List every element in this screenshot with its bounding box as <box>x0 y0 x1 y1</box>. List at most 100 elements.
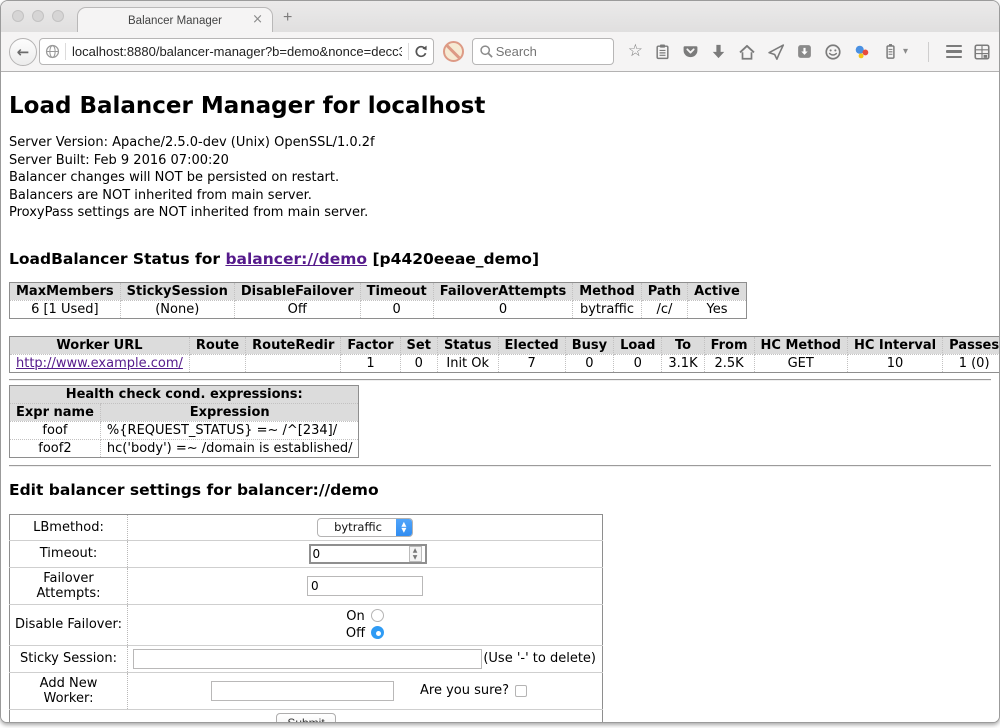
col-from: From <box>704 336 754 354</box>
form-row-sticky-session: Sticky Session: (Use '-' to delete) <box>10 645 603 672</box>
select-stepper-icon: ▲▼ <box>396 518 412 537</box>
sticky-session-input[interactable] <box>133 649 482 669</box>
persist-warning-line: Balancer changes will NOT be persisted o… <box>9 169 991 187</box>
cell-factor: 1 <box>341 354 400 372</box>
col-expr-name: Expr name <box>10 403 101 421</box>
pocket-icon[interactable] <box>682 43 699 60</box>
browser-window: Balancer Manager × + ← ☆ <box>0 0 1000 723</box>
reload-icon[interactable] <box>413 44 429 60</box>
cell-elected: 7 <box>498 354 565 372</box>
page-content: Load Balancer Manager for localhost Serv… <box>1 72 999 723</box>
number-spinner-icon[interactable]: ▲▼ <box>409 546 422 562</box>
search-input[interactable] <box>494 43 607 60</box>
search-bar[interactable] <box>472 38 614 65</box>
add-worker-label: Add New Worker: <box>10 672 128 709</box>
col-worker-url: Worker URL <box>10 336 190 354</box>
cell-disablefailover: Off <box>234 300 360 318</box>
content-blocker-icon[interactable] <box>443 41 464 62</box>
failover-attempts-label: Failover Attempts: <box>10 567 128 604</box>
downloads-icon[interactable] <box>710 43 727 60</box>
cell-routeredir <box>246 354 341 372</box>
minimize-window-button[interactable] <box>32 10 44 22</box>
balancer-status-table: MaxMembers StickySession DisableFailover… <box>9 282 747 319</box>
are-you-sure-label: Are you sure? <box>420 683 509 698</box>
reading-list-icon[interactable] <box>654 43 671 60</box>
site-identity-globe-icon[interactable] <box>44 43 61 60</box>
col-disablefailover: DisableFailover <box>234 282 360 300</box>
cell-timeout: 0 <box>360 300 433 318</box>
cell-status: Init Ok <box>437 354 498 372</box>
cell-expr-name: foof <box>10 421 101 439</box>
cell-active: Yes <box>688 300 747 318</box>
import-square-icon[interactable] <box>796 43 813 60</box>
col-set: Set <box>400 336 437 354</box>
are-you-sure-checkbox[interactable] <box>515 685 527 697</box>
worker-url-link[interactable]: http://www.example.com/ <box>16 356 183 371</box>
table-row: foof2 hc('body') =~ /domain is establish… <box>10 439 359 457</box>
form-row-submit: Submit <box>10 709 603 723</box>
col-passes: Passes <box>943 336 999 354</box>
col-to: To <box>662 336 704 354</box>
battery-extension-icon[interactable] <box>882 43 899 60</box>
table-title-row: Health check cond. expressions: <box>10 385 359 403</box>
title-bar: Balancer Manager × + <box>1 1 999 32</box>
col-route: Route <box>189 336 245 354</box>
col-timeout: Timeout <box>360 282 433 300</box>
cell-hc-method: GET <box>754 354 847 372</box>
col-active: Active <box>688 282 747 300</box>
add-worker-input[interactable] <box>211 681 394 701</box>
cell-route <box>189 354 245 372</box>
cell-passes: 1 (0) <box>943 354 999 372</box>
col-hc-method: HC Method <box>754 336 847 354</box>
close-window-button[interactable] <box>12 10 24 22</box>
toolbar-buttons: ☆ <box>628 42 991 62</box>
timeout-label: Timeout: <box>10 540 128 567</box>
table-header-row: MaxMembers StickySession DisableFailover… <box>10 282 747 300</box>
divider <box>9 465 991 467</box>
extension-dots-icon[interactable] <box>853 43 871 61</box>
failover-on-radio[interactable] <box>371 609 384 622</box>
worker-status-table: Worker URL Route RouteRedir Factor Set S… <box>9 336 999 373</box>
new-tab-button[interactable]: + <box>283 9 292 27</box>
grid-panel-icon[interactable] <box>973 43 991 61</box>
url-bar[interactable] <box>39 38 434 65</box>
urlbar-divider <box>408 43 409 60</box>
cell-to: 3.1K <box>662 354 704 372</box>
table-header-row: Worker URL Route RouteRedir Factor Set S… <box>10 336 1000 354</box>
menu-hamburger-icon[interactable] <box>946 45 962 58</box>
failover-off-radio[interactable] <box>371 626 384 639</box>
cell-maxmembers: 6 [1 Used] <box>10 300 121 318</box>
balancers-inherit-line: Balancers are NOT inherited from main se… <box>9 187 991 205</box>
table-row: http://www.example.com/ 1 0 Init Ok 7 0 … <box>10 354 1000 372</box>
urlbar-divider <box>65 43 66 60</box>
back-arrow-icon: ← <box>17 43 30 61</box>
failover-attempts-input[interactable] <box>307 576 423 596</box>
submit-button[interactable]: Submit <box>276 713 335 724</box>
balancer-demo-link[interactable]: balancer://demo <box>225 250 367 268</box>
sticky-session-label: Sticky Session: <box>10 645 128 672</box>
chevron-down-icon[interactable]: ▾ <box>903 43 908 60</box>
cell-expression: hc('body') =~ /domain is established/ <box>100 439 359 457</box>
form-row-add-worker: Add New Worker: Are you sure? <box>10 672 603 709</box>
cell-busy: 0 <box>565 354 613 372</box>
form-row-timeout: Timeout: ▲▼ <box>10 540 603 567</box>
col-method: Method <box>573 282 641 300</box>
status-heading-prefix: LoadBalancer Status for <box>9 250 225 268</box>
tab-title: Balancer Manager <box>128 15 222 27</box>
close-tab-icon[interactable]: × <box>252 12 263 28</box>
cell-expr-name: foof2 <box>10 439 101 457</box>
bookmark-star-icon[interactable]: ☆ <box>628 43 643 60</box>
off-label: Off <box>346 626 365 641</box>
feedback-smiley-icon[interactable] <box>824 43 842 61</box>
browser-tab[interactable]: Balancer Manager × <box>77 7 273 33</box>
cell-from: 2.5K <box>704 354 754 372</box>
page-title: Load Balancer Manager for localhost <box>9 93 991 119</box>
cell-hc-interval: 10 <box>847 354 942 372</box>
zoom-window-button[interactable] <box>52 10 64 22</box>
back-button[interactable]: ← <box>9 38 37 66</box>
lbmethod-select[interactable]: bytraffic ▲▼ <box>317 518 413 537</box>
home-icon[interactable] <box>738 43 756 61</box>
url-input[interactable] <box>70 43 404 60</box>
send-tab-icon[interactable] <box>767 43 785 61</box>
lbmethod-selected-value: bytraffic <box>318 520 396 534</box>
